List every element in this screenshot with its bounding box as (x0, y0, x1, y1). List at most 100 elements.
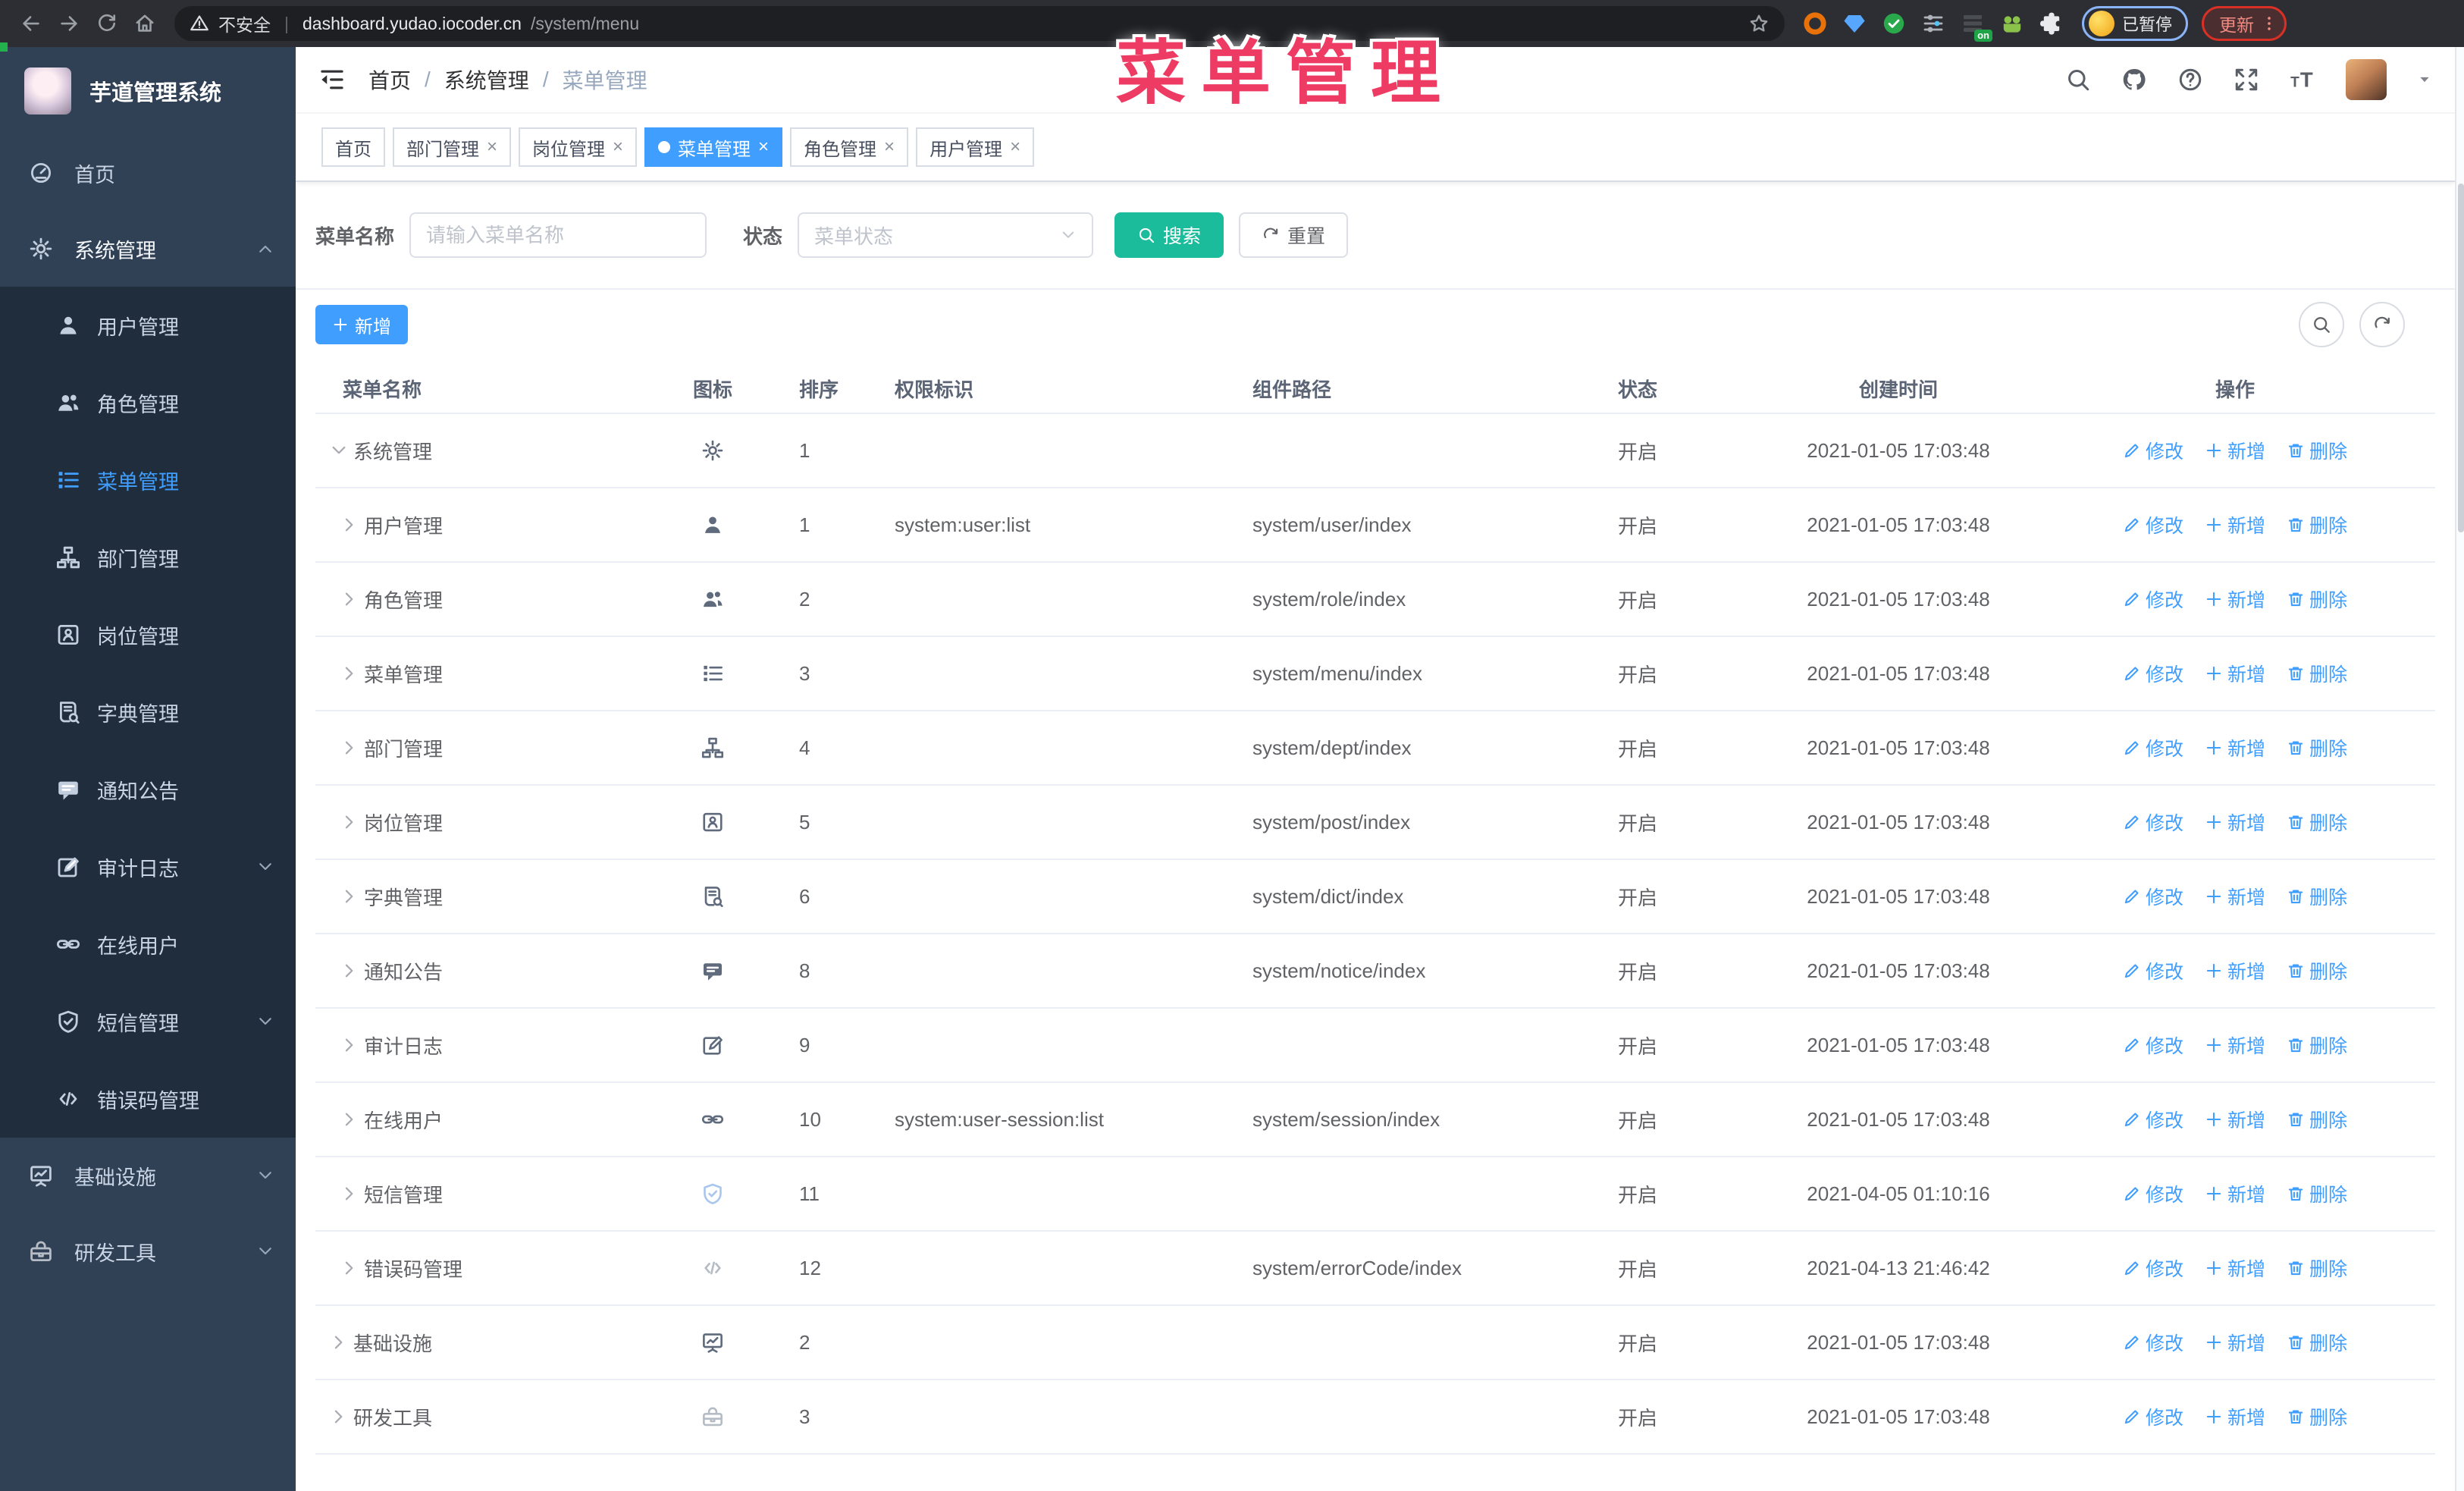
page-scrollbar[interactable] (2455, 47, 2464, 1491)
action-修改[interactable]: 修改 (2123, 1403, 2183, 1430)
sidebar-item-3[interactable]: 角色管理 (0, 364, 296, 441)
close-icon[interactable]: × (1010, 137, 1020, 158)
action-新增[interactable]: 新增 (2205, 1403, 2265, 1430)
sidebar-item-7[interactable]: 字典管理 (0, 673, 296, 751)
action-修改[interactable]: 修改 (2123, 1031, 2183, 1059)
action-删除[interactable]: 删除 (2287, 511, 2347, 538)
action-新增[interactable]: 新增 (2205, 1180, 2265, 1207)
browser-back-button[interactable] (12, 5, 50, 42)
action-新增[interactable]: 新增 (2205, 437, 2265, 464)
action-新增[interactable]: 新增 (2205, 1106, 2265, 1133)
action-新增[interactable]: 新增 (2205, 734, 2265, 761)
browser-home-button[interactable] (126, 5, 164, 42)
action-删除[interactable]: 删除 (2287, 585, 2347, 613)
user-avatar[interactable] (2346, 59, 2387, 100)
chevron-right-icon[interactable] (340, 589, 359, 609)
kebab-menu-icon[interactable] (2260, 14, 2278, 33)
sidebar-item-6[interactable]: 岗位管理 (0, 596, 296, 673)
scrollbar-thumb[interactable] (2458, 184, 2464, 532)
close-icon[interactable]: × (487, 137, 497, 158)
hide-search-button[interactable] (2299, 302, 2344, 347)
help-icon[interactable] (2177, 67, 2203, 93)
action-删除[interactable]: 删除 (2287, 1254, 2347, 1282)
tab-岗位管理[interactable]: 岗位管理 × (519, 127, 638, 167)
action-修改[interactable]: 修改 (2123, 957, 2183, 984)
sidebar-item-12[interactable]: 错误码管理 (0, 1060, 296, 1138)
action-删除[interactable]: 删除 (2287, 1031, 2347, 1059)
browser-update-button[interactable]: 更新 (2202, 6, 2287, 41)
action-修改[interactable]: 修改 (2123, 511, 2183, 538)
sidebar-item-9[interactable]: 审计日志 (0, 828, 296, 906)
action-新增[interactable]: 新增 (2205, 1031, 2265, 1059)
action-新增[interactable]: 新增 (2205, 808, 2265, 836)
caret-down-icon[interactable] (2417, 72, 2432, 87)
ext-check-circle-icon[interactable] (1882, 11, 1906, 36)
ext-gem-icon[interactable] (1842, 11, 1867, 36)
add-button[interactable]: 新增 (315, 305, 408, 344)
search-icon[interactable] (2065, 67, 2091, 93)
sidebar-item-11[interactable]: 短信管理 (0, 983, 296, 1060)
chevron-right-icon[interactable] (340, 1110, 359, 1129)
tab-部门管理[interactable]: 部门管理 × (393, 127, 512, 167)
tab-菜单管理[interactable]: 菜单管理 × (644, 127, 783, 167)
action-修改[interactable]: 修改 (2123, 660, 2183, 687)
action-删除[interactable]: 删除 (2287, 808, 2347, 836)
action-修改[interactable]: 修改 (2123, 1254, 2183, 1282)
action-新增[interactable]: 新增 (2205, 585, 2265, 613)
status-select[interactable]: 菜单状态 (798, 212, 1094, 258)
sidebar-item-10[interactable]: 在线用户 (0, 906, 296, 983)
ext-ring-icon[interactable] (1803, 11, 1827, 36)
tab-用户管理[interactable]: 用户管理 × (916, 127, 1035, 167)
action-新增[interactable]: 新增 (2205, 883, 2265, 910)
action-新增[interactable]: 新增 (2205, 957, 2265, 984)
ext-puzzle-icon[interactable] (2039, 11, 2064, 36)
breadcrumb-item[interactable]: 首页 (368, 64, 411, 95)
chevron-right-icon[interactable] (340, 664, 359, 683)
chevron-right-icon[interactable] (329, 1407, 349, 1427)
font-size-icon[interactable]: TT (2290, 67, 2315, 93)
action-删除[interactable]: 删除 (2287, 883, 2347, 910)
action-新增[interactable]: 新增 (2205, 1254, 2265, 1282)
fullscreen-icon[interactable] (2234, 67, 2259, 93)
sidebar-item-8[interactable]: 通知公告 (0, 751, 296, 828)
tab-角色管理[interactable]: 角色管理 × (790, 127, 909, 167)
close-icon[interactable]: × (758, 137, 769, 158)
chevron-right-icon[interactable] (340, 738, 359, 758)
browser-reload-button[interactable] (88, 5, 126, 42)
action-新增[interactable]: 新增 (2205, 1329, 2265, 1356)
chevron-right-icon[interactable] (340, 887, 359, 906)
close-icon[interactable]: × (613, 137, 623, 158)
browser-profile-button[interactable]: 已暂停 (2082, 6, 2189, 41)
chevron-down-icon[interactable] (329, 441, 349, 460)
bookmark-star-icon[interactable] (1748, 13, 1770, 34)
action-新增[interactable]: 新增 (2205, 660, 2265, 687)
action-修改[interactable]: 修改 (2123, 808, 2183, 836)
action-删除[interactable]: 删除 (2287, 1403, 2347, 1430)
sidebar-item-0[interactable]: 首页 (0, 135, 296, 211)
ext-sliders-icon[interactable] (1921, 11, 1945, 36)
sidebar-item-13[interactable]: 基础设施 (0, 1138, 296, 1213)
reset-button[interactable]: 重置 (1239, 212, 1349, 258)
action-新增[interactable]: 新增 (2205, 511, 2265, 538)
sidebar-item-4[interactable]: 菜单管理 (0, 441, 296, 519)
chevron-right-icon[interactable] (340, 1035, 359, 1055)
action-修改[interactable]: 修改 (2123, 437, 2183, 464)
ext-frog-icon[interactable] (2000, 11, 2024, 36)
ext-rows-icon[interactable]: on (1961, 11, 1992, 42)
chevron-right-icon[interactable] (340, 812, 359, 832)
action-修改[interactable]: 修改 (2123, 1106, 2183, 1133)
sidebar-logo[interactable]: 芋道管理系统 (0, 47, 296, 135)
breadcrumb-item[interactable]: 系统管理 (444, 64, 529, 95)
action-修改[interactable]: 修改 (2123, 883, 2183, 910)
action-删除[interactable]: 删除 (2287, 1180, 2347, 1207)
sidebar-item-14[interactable]: 研发工具 (0, 1213, 296, 1289)
address-bar[interactable]: 不安全 | dashboard.yudao.iocoder.cn /system… (174, 6, 1785, 41)
action-修改[interactable]: 修改 (2123, 1329, 2183, 1356)
action-修改[interactable]: 修改 (2123, 1180, 2183, 1207)
action-修改[interactable]: 修改 (2123, 585, 2183, 613)
chevron-right-icon[interactable] (340, 515, 359, 535)
menu-name-input[interactable] (409, 212, 707, 258)
chevron-right-icon[interactable] (329, 1332, 349, 1352)
action-删除[interactable]: 删除 (2287, 660, 2347, 687)
github-icon[interactable] (2121, 67, 2147, 93)
